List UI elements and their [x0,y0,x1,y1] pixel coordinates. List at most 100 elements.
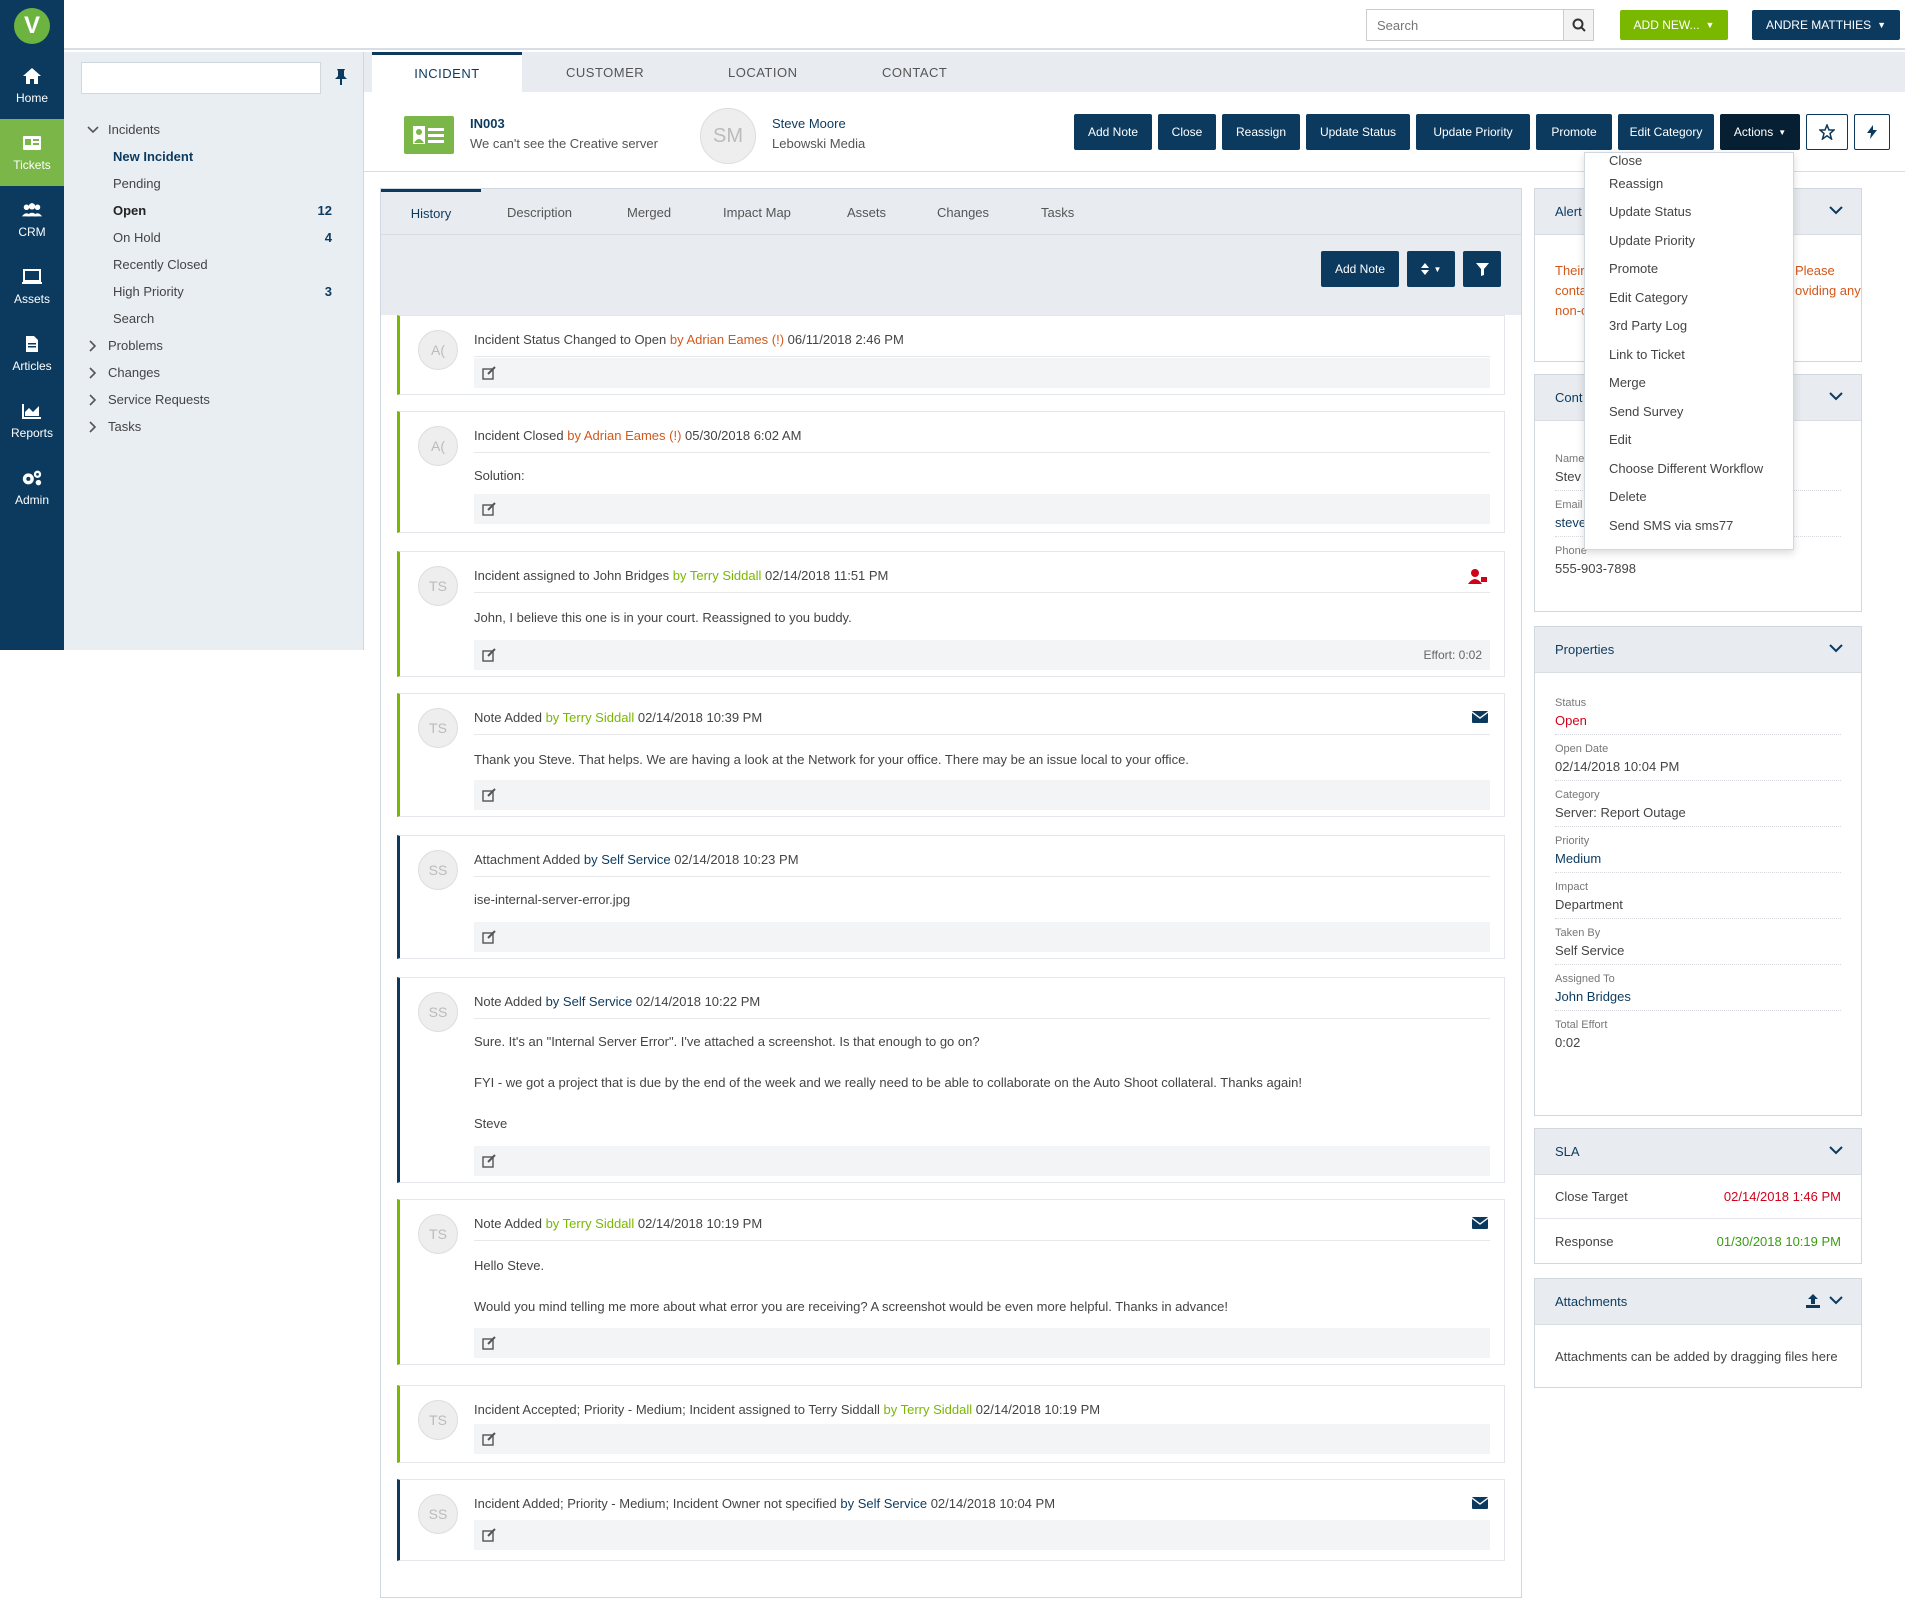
edit-category-button[interactable]: Edit Category [1618,114,1714,150]
entry-author[interactable]: by Terry Siddall [546,710,635,725]
ticket-number[interactable]: IN003 [470,116,505,131]
nav-crm[interactable]: CRM [0,186,64,253]
sidebar-group-incidents[interactable]: Incidents [64,116,364,143]
close-button[interactable]: Close [1158,114,1216,150]
prop-value[interactable]: John Bridges [1555,989,1841,1004]
customer-name-link[interactable]: Steve Moore [772,116,846,131]
edit-icon[interactable] [482,788,496,802]
entry-author[interactable]: by Adrian Eames (!) [670,332,784,347]
edit-icon[interactable] [482,648,496,662]
update-status-button[interactable]: Update Status [1306,114,1410,150]
tab-description[interactable]: Description [507,189,572,235]
alert-line: conta [1555,283,1587,298]
history-add-note-button[interactable]: Add Note [1321,251,1399,287]
menu-item-send-survey[interactable]: Send Survey [1585,397,1793,426]
sidebar-search-input[interactable] [81,62,321,94]
edit-icon[interactable] [482,1154,496,1168]
tab-assets[interactable]: Assets [847,189,886,235]
menu-item-edit[interactable]: Edit [1585,426,1793,455]
edit-icon[interactable] [482,502,496,516]
sidebar-item-high-priority[interactable]: High Priority 3 [64,278,364,305]
entry-author[interactable]: by Terry Siddall [673,568,762,583]
menu-item-send-sms[interactable]: Send SMS via sms77 [1585,511,1793,540]
menu-item-reassign[interactable]: Reassign [1585,169,1793,198]
chevron-down-icon[interactable] [1829,1143,1843,1158]
menu-item-choose-different-workflow[interactable]: Choose Different Workflow [1585,454,1793,483]
pin-icon[interactable] [334,68,350,88]
sidebar-item-pending[interactable]: Pending [64,170,364,197]
sort-button[interactable]: ▼ [1407,251,1455,287]
user-menu-button[interactable]: ANDRE MATTHIES ▼ [1752,10,1900,40]
quick-action-button[interactable] [1854,114,1890,150]
tab-contact[interactable]: CONTACT [882,52,947,92]
entry-author[interactable]: by Self Service [546,994,633,1009]
panel-header[interactable]: SLA [1535,1129,1861,1175]
entry-avatar: SS [418,850,458,890]
tab-location[interactable]: LOCATION [728,52,798,92]
nav-assets[interactable]: Assets [0,253,64,320]
chevron-down-icon[interactable] [1829,203,1843,218]
nav-tickets[interactable]: Tickets [0,119,64,186]
entry-author[interactable]: by Terry Siddall [883,1402,972,1417]
menu-item-edit-category[interactable]: Edit Category [1585,283,1793,312]
entry-author[interactable]: by Adrian Eames (!) [567,428,681,443]
sidebar-item-recently-closed[interactable]: Recently Closed [64,251,364,278]
chevron-down-icon[interactable] [1829,1293,1843,1308]
attachment-link[interactable]: ise-internal-server-error.jpg [474,892,630,907]
menu-item-delete[interactable]: Delete [1585,483,1793,512]
filter-button[interactable] [1463,251,1501,287]
promote-button[interactable]: Promote [1536,114,1612,150]
prop-value[interactable]: Medium [1555,851,1841,866]
entry-author[interactable]: by Self Service [840,1496,927,1511]
tab-history[interactable]: History [381,189,481,235]
sidebar-item-on-hold[interactable]: On Hold 4 [64,224,364,251]
menu-item-link-to-ticket[interactable]: Link to Ticket [1585,340,1793,369]
reassign-button[interactable]: Reassign [1222,114,1300,150]
tab-incident[interactable]: INCIDENT [372,52,522,92]
nav-articles[interactable]: Articles [0,320,64,387]
search-button[interactable] [1563,10,1593,40]
actions-button[interactable]: Actions ▼ [1720,114,1800,150]
menu-item-3rd-party-log[interactable]: 3rd Party Log [1585,312,1793,341]
sidebar-group-changes[interactable]: Changes [64,359,364,386]
upload-icon[interactable] [1805,1293,1821,1312]
edit-icon[interactable] [482,366,496,380]
update-priority-button[interactable]: Update Priority [1416,114,1530,150]
sidebar-group-problems[interactable]: Problems [64,332,364,359]
panel-header[interactable]: Attachments [1535,1279,1861,1325]
edit-icon[interactable] [482,930,496,944]
edit-icon[interactable] [482,1432,496,1446]
sidebar-item-search[interactable]: Search [64,305,364,332]
tab-customer[interactable]: CUSTOMER [566,52,644,92]
menu-item-update-status[interactable]: Update Status [1585,198,1793,227]
add-new-button[interactable]: ADD NEW... ▼ [1620,10,1728,40]
menu-item-promote[interactable]: Promote [1585,255,1793,284]
tab-tasks[interactable]: Tasks [1041,189,1074,235]
tab-merged[interactable]: Merged [627,189,671,235]
edit-icon[interactable] [482,1336,496,1350]
attachments-dropzone[interactable]: Attachments can be added by dragging fil… [1535,1325,1861,1388]
panel-header[interactable]: Properties [1535,627,1861,673]
nav-admin[interactable]: Admin [0,454,64,521]
prop-value[interactable]: Open [1555,713,1841,728]
sidebar-group-tasks[interactable]: Tasks [64,413,364,440]
favorite-button[interactable] [1806,114,1848,150]
entry-author[interactable]: by Terry Siddall [546,1216,635,1231]
tab-changes[interactable]: Changes [937,189,989,235]
chevron-down-icon[interactable] [1829,641,1843,656]
nav-home[interactable]: Home [0,52,64,119]
add-note-button[interactable]: Add Note [1074,114,1152,150]
app-logo[interactable]: V [0,0,64,52]
menu-item-close[interactable]: Close [1585,153,1793,169]
entry-author[interactable]: by Self Service [584,852,671,867]
menu-item-merge[interactable]: Merge [1585,369,1793,398]
search-input[interactable] [1367,10,1563,40]
tab-impact-map[interactable]: Impact Map [723,189,791,235]
nav-reports[interactable]: Reports [0,387,64,454]
edit-icon[interactable] [482,1528,496,1542]
sidebar-group-service-requests[interactable]: Service Requests [64,386,364,413]
chevron-down-icon[interactable] [1829,389,1843,404]
sidebar-item-open[interactable]: Open 12 [64,197,364,224]
sidebar-item-new-incident[interactable]: New Incident [64,143,364,170]
menu-item-update-priority[interactable]: Update Priority [1585,226,1793,255]
